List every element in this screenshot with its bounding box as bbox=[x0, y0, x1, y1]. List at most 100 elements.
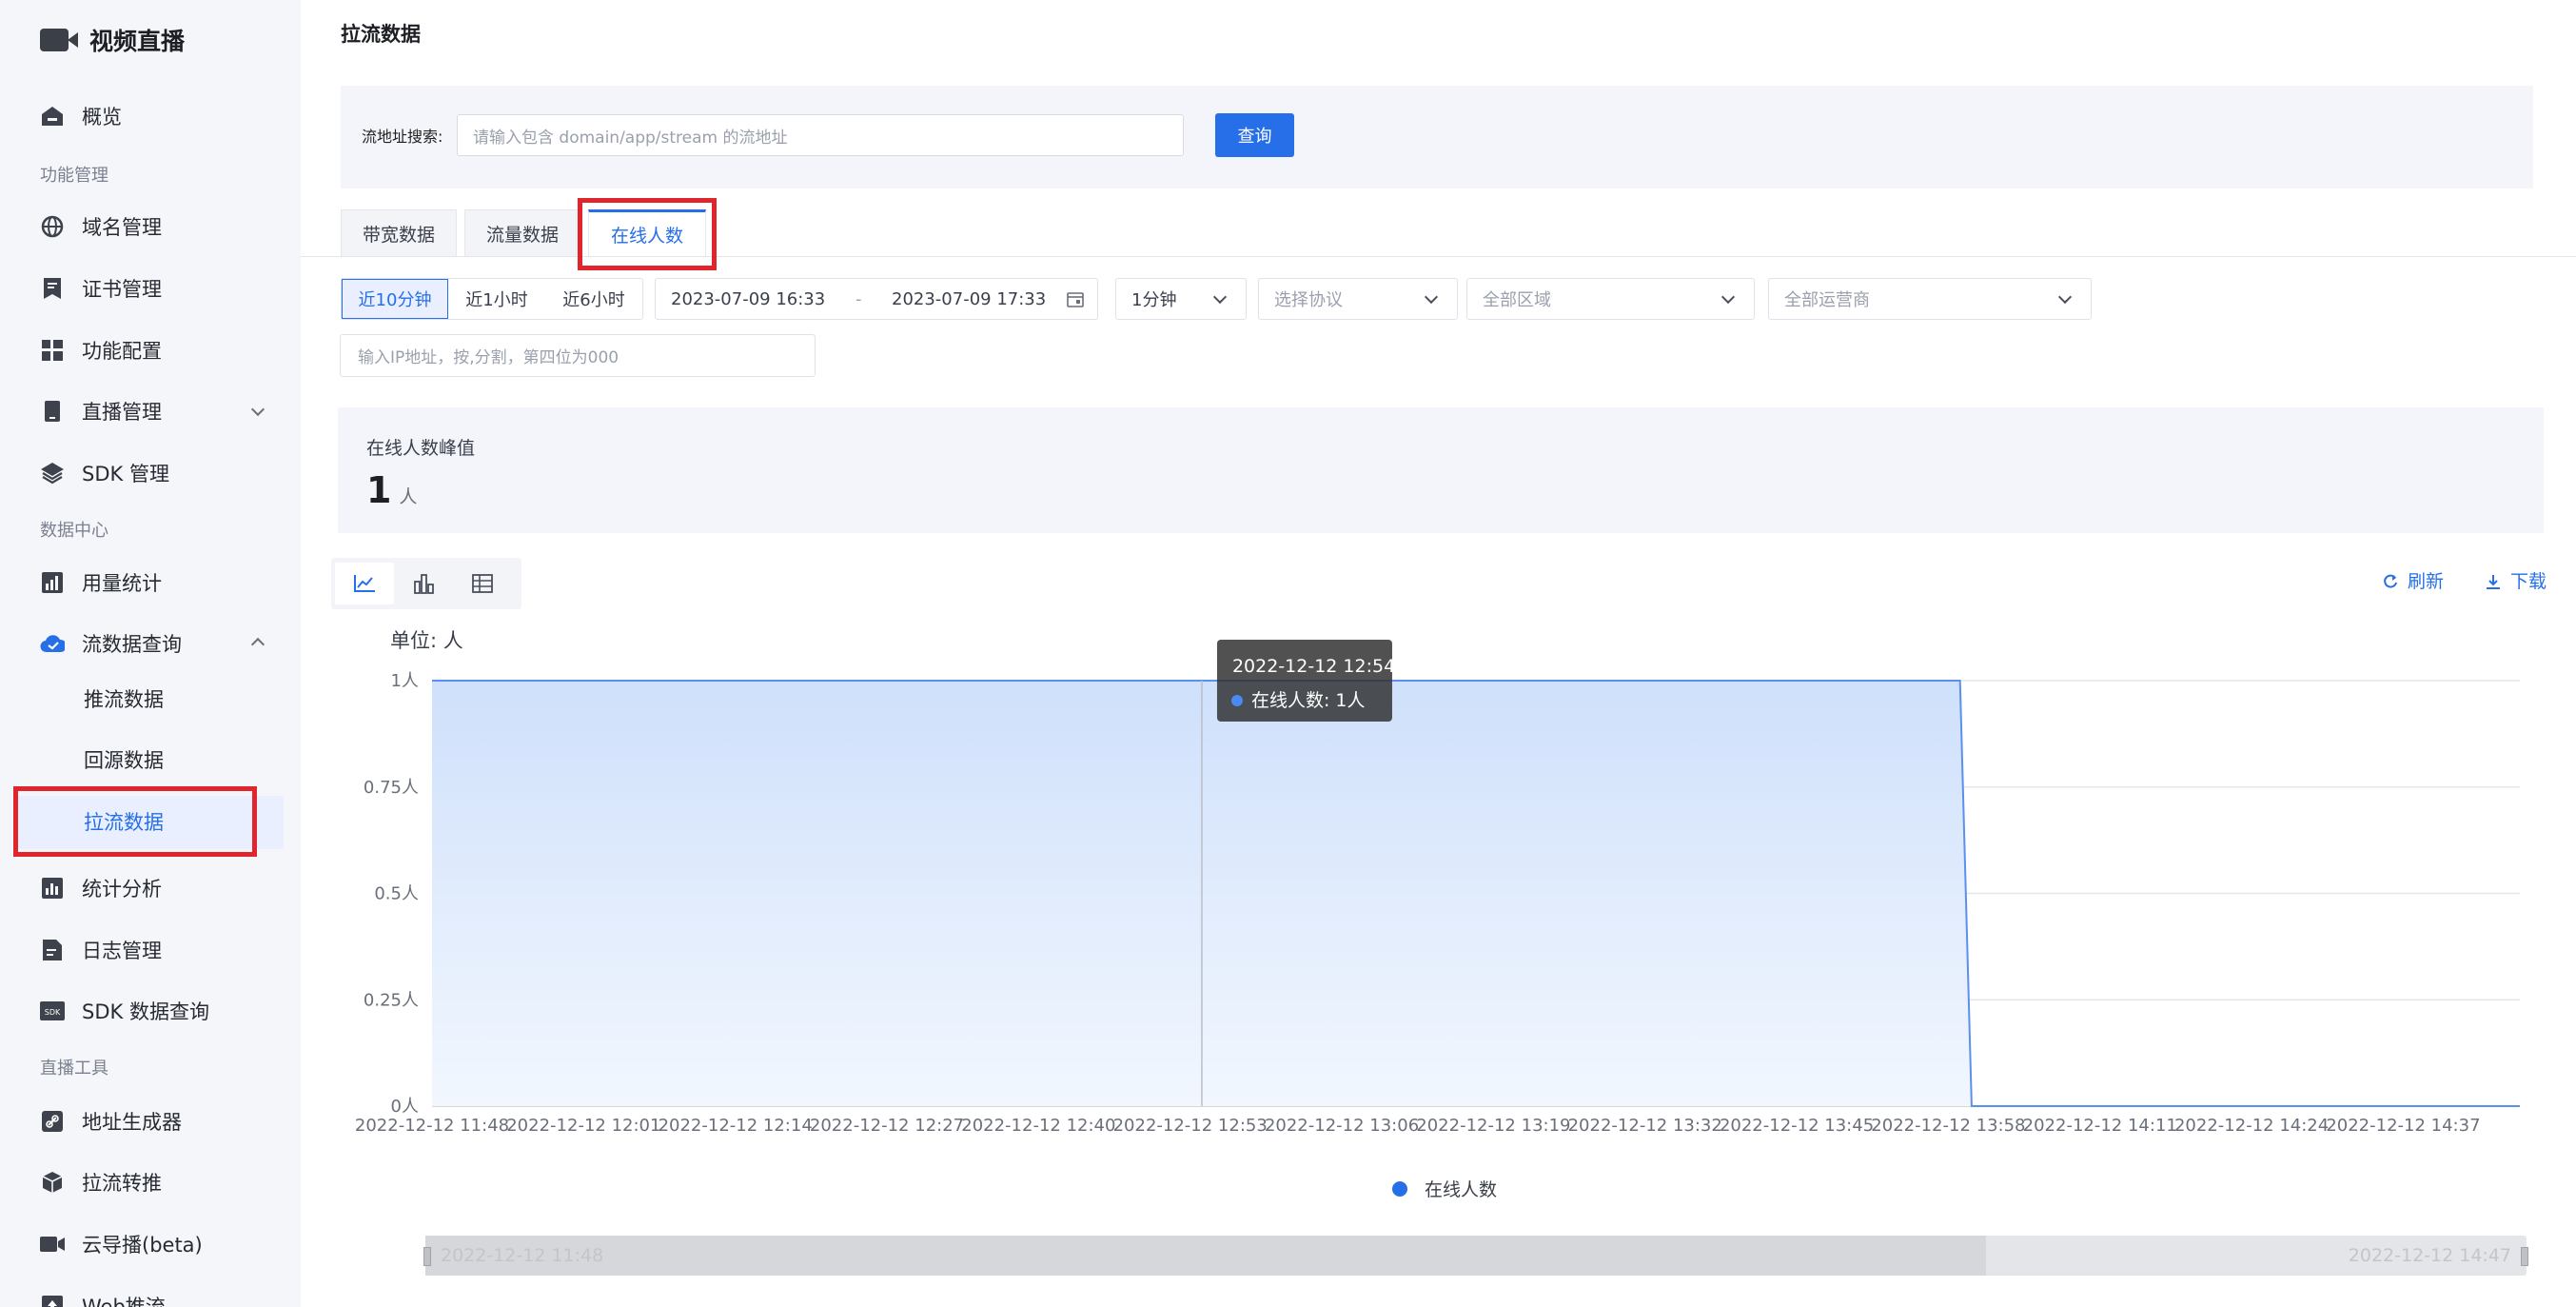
sidebar-item-logs[interactable]: 日志管理 bbox=[40, 927, 162, 973]
sidebar-item-analysis[interactable]: 统计分析 bbox=[40, 865, 162, 911]
x-tick-label: 2022-12-12 13:19 bbox=[1416, 1116, 1570, 1136]
data-zoom-slider[interactable]: 2022-12-12 11:48 2022-12-12 14:47 bbox=[423, 1236, 2528, 1276]
sidebar-item-live-management[interactable]: 直播管理 bbox=[40, 388, 162, 434]
download-label: 下载 bbox=[2510, 571, 2547, 592]
grid-icon bbox=[40, 338, 65, 363]
zoom-selected-range bbox=[425, 1236, 1986, 1276]
zoom-start-label: 2022-12-12 11:48 bbox=[441, 1245, 604, 1266]
sidebar-item-usage[interactable]: 用量统计 bbox=[40, 560, 162, 605]
sidebar-item-label: SDK 数据查询 bbox=[82, 1000, 209, 1023]
peak-label: 在线人数峰值 bbox=[366, 438, 476, 459]
sidebar-item-relay[interactable]: 拉流转推 bbox=[40, 1159, 162, 1205]
video-icon bbox=[40, 1232, 65, 1257]
page-title: 拉流数据 bbox=[341, 23, 421, 46]
x-tick-label: 2022-12-12 12:40 bbox=[961, 1116, 1115, 1136]
sidebar-item-label: 概览 bbox=[82, 106, 122, 129]
x-tick-label: 2022-12-12 13:32 bbox=[1568, 1116, 1722, 1136]
sidebar-item-address-generator[interactable]: 地址生成器 bbox=[40, 1099, 182, 1144]
sidebar-item-label: 用量统计 bbox=[82, 572, 162, 595]
sidebar-item-label: 域名管理 bbox=[82, 216, 162, 239]
region-value: 全部区域 bbox=[1483, 290, 1551, 310]
sidebar-item-label: 地址生成器 bbox=[82, 1111, 182, 1134]
highlight-box bbox=[13, 786, 257, 857]
download-button[interactable]: 下载 bbox=[2486, 567, 2547, 593]
x-tick-label: 2022-12-12 12:53 bbox=[1113, 1116, 1268, 1136]
x-tick-label: 2022-12-12 14:37 bbox=[2326, 1116, 2480, 1136]
peak-panel bbox=[338, 407, 2544, 533]
date-separator: - bbox=[855, 288, 862, 309]
zoom-handle-left[interactable] bbox=[423, 1247, 431, 1266]
chevron-down-icon bbox=[1424, 289, 1439, 305]
chevron-down-icon[interactable] bbox=[250, 402, 265, 417]
sidebar-item-label: 日志管理 bbox=[82, 940, 162, 962]
stream-url-search-input[interactable]: 请输入包含 domain/app/stream 的流地址 bbox=[457, 114, 1184, 156]
chart-view-toggle bbox=[331, 558, 521, 609]
sidebar-item-origin-data[interactable]: 回源数据 bbox=[84, 737, 164, 782]
phone-icon bbox=[40, 399, 65, 424]
peak-unit: 人 bbox=[399, 486, 418, 507]
refresh-button[interactable]: 刷新 bbox=[2383, 567, 2444, 593]
chevron-down-icon bbox=[1212, 289, 1228, 305]
sidebar-item-push-data[interactable]: 推流数据 bbox=[84, 676, 164, 722]
protocol-select[interactable]: 选择协议 bbox=[1258, 278, 1458, 320]
granularity-select[interactable]: 1分钟 bbox=[1115, 278, 1247, 320]
cloud-icon bbox=[40, 631, 65, 656]
peak-value: 1 人 bbox=[366, 469, 417, 511]
protocol-value: 选择协议 bbox=[1274, 290, 1343, 310]
granularity-value: 1分钟 bbox=[1131, 290, 1177, 310]
tab-traffic[interactable]: 流量数据 bbox=[464, 209, 580, 257]
date-range-picker[interactable]: 2023-07-09 16:33 - 2023-07-09 17:33 bbox=[655, 278, 1098, 320]
legend-label: 在线人数 bbox=[1425, 1179, 1497, 1200]
sidebar-item-sdk-query[interactable]: SDK SDK 数据查询 bbox=[40, 988, 209, 1034]
layers-icon bbox=[40, 461, 65, 485]
sidebar-item-domain[interactable]: 域名管理 bbox=[40, 204, 162, 249]
tab-bandwidth[interactable]: 带宽数据 bbox=[341, 209, 457, 257]
sidebar-item-cloud-director[interactable]: 云导播(beta) bbox=[40, 1221, 203, 1267]
line-chart-icon[interactable] bbox=[335, 563, 394, 604]
query-button[interactable]: 查询 bbox=[1215, 113, 1294, 157]
x-tick-label: 2022-12-12 12:14 bbox=[659, 1116, 813, 1136]
sidebar-item-sdk[interactable]: SDK 管理 bbox=[40, 450, 169, 496]
range-1h[interactable]: 近1小时 bbox=[448, 279, 545, 319]
ip-filter-input[interactable]: 输入IP地址，按,分割，第四位为000 bbox=[340, 334, 816, 377]
region-select[interactable]: 全部区域 bbox=[1466, 278, 1755, 320]
analysis-icon bbox=[40, 876, 65, 901]
sidebar-item-label: 直播管理 bbox=[82, 401, 162, 424]
x-tick-label: 2022-12-12 12:27 bbox=[810, 1116, 964, 1136]
start-date: 2023-07-09 16:33 bbox=[671, 288, 826, 309]
refresh-label: 刷新 bbox=[2408, 571, 2445, 592]
table-icon[interactable] bbox=[453, 563, 512, 604]
tooltip-time: 2022-12-12 12:54 bbox=[1232, 656, 1395, 677]
x-tick-label: 2022-12-12 13:58 bbox=[1871, 1116, 2025, 1136]
online-users-chart: 单位: 人1人0.75人0.5人0.25人0人2022-12-12 11:482… bbox=[355, 629, 2520, 1200]
zoom-handle-right[interactable] bbox=[2521, 1247, 2528, 1266]
bar-chart-icon[interactable] bbox=[394, 563, 453, 604]
svg-text:SDK: SDK bbox=[45, 1008, 61, 1017]
sidebar-item-certificate[interactable]: 证书管理 bbox=[40, 266, 162, 311]
range-6h[interactable]: 近6小时 bbox=[545, 279, 642, 319]
sidebar-item-flow-query[interactable]: 流数据查询 bbox=[40, 621, 182, 666]
x-tick-label: 2022-12-12 14:24 bbox=[2174, 1116, 2329, 1136]
isp-select[interactable]: 全部运营商 bbox=[1768, 278, 2092, 320]
sidebar-item-feature-config[interactable]: 功能配置 bbox=[40, 327, 162, 373]
bar-stats-icon bbox=[40, 570, 65, 595]
y-tick-label: 0.5人 bbox=[374, 884, 419, 904]
sidebar-item-label: Web推流 bbox=[82, 1296, 166, 1307]
zoom-end-label: 2022-12-12 14:47 bbox=[2348, 1245, 2511, 1266]
globe-icon bbox=[40, 214, 65, 239]
range-10min[interactable]: 近10分钟 bbox=[342, 279, 448, 319]
upload-icon bbox=[40, 1294, 65, 1307]
x-tick-label: 2022-12-12 11:48 bbox=[355, 1116, 509, 1136]
link-icon bbox=[40, 1109, 65, 1134]
chart-unit-label: 单位: 人 bbox=[390, 629, 463, 652]
sidebar-item-overview[interactable]: 概览 bbox=[40, 93, 122, 139]
sidebar-item-web-push[interactable]: Web推流 bbox=[40, 1283, 166, 1307]
chevron-down-icon bbox=[2057, 289, 2073, 305]
sidebar-item-label: 证书管理 bbox=[82, 278, 162, 301]
sidebar-item-label: 功能配置 bbox=[82, 340, 162, 363]
tooltip-dot bbox=[1230, 695, 1243, 706]
search-label: 流地址搜索: bbox=[362, 128, 443, 146]
x-tick-label: 2022-12-12 14:11 bbox=[2023, 1116, 2177, 1136]
cube-icon bbox=[40, 1170, 65, 1195]
chevron-up-icon[interactable] bbox=[250, 637, 265, 652]
